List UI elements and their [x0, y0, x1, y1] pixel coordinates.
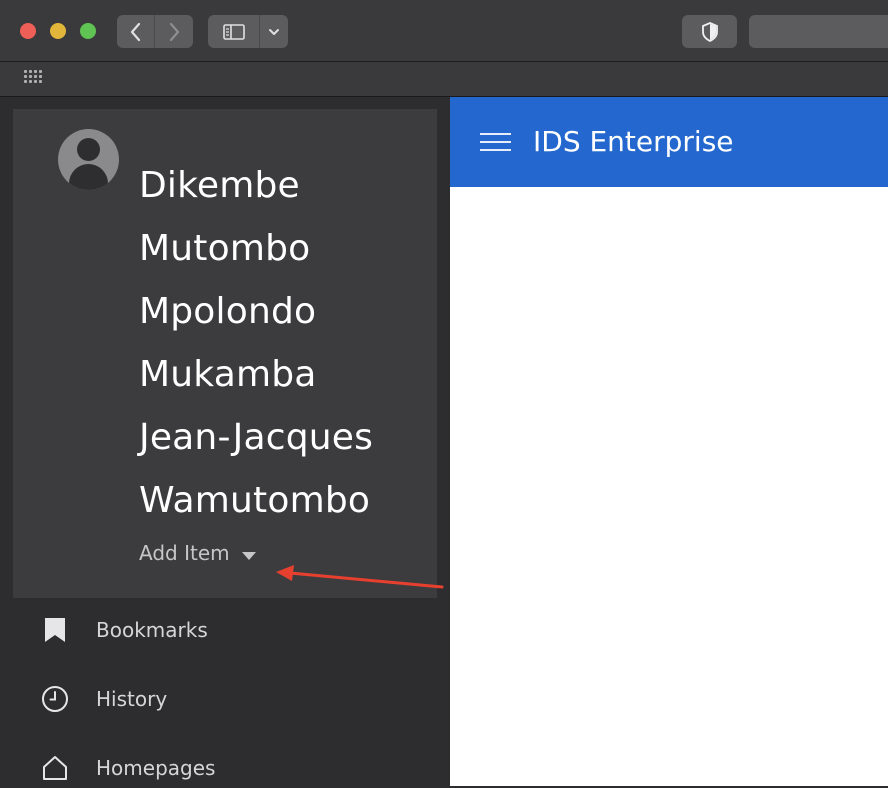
chevron-down-icon	[269, 28, 279, 35]
chevron-left-icon	[130, 22, 140, 41]
side-navigation: Dikembe Mutombo Mpolondo Mukamba Jean-Ja…	[0, 97, 450, 786]
app-header: IDS Enterprise	[450, 97, 888, 187]
main-content: IDS Enterprise	[450, 97, 888, 786]
shield-icon	[701, 21, 718, 42]
favorites-bar	[0, 62, 888, 97]
user-name-line: Dikembe	[139, 165, 300, 206]
home-icon	[40, 753, 70, 783]
navigation-buttons	[117, 15, 193, 48]
user-profile-card: Dikembe Mutombo Mpolondo Mukamba Jean-Ja…	[13, 109, 437, 598]
sidebar-item-label: Bookmarks	[96, 618, 208, 642]
user-name-line: Mutombo	[139, 228, 311, 269]
user-name-line: Mpolondo	[139, 291, 317, 332]
forward-button[interactable]	[155, 15, 193, 48]
grid-icon[interactable]	[24, 70, 44, 86]
privacy-report-button[interactable]	[682, 15, 737, 48]
sidebar-menu-button[interactable]	[260, 15, 288, 48]
sidebar-toggle-button[interactable]	[208, 15, 260, 48]
chevron-right-icon	[169, 22, 180, 41]
user-name-line: Mukamba	[139, 354, 317, 395]
page-title: IDS Enterprise	[533, 125, 734, 158]
bookmark-icon	[40, 615, 70, 645]
back-button[interactable]	[117, 15, 155, 48]
address-bar[interactable]	[749, 15, 888, 48]
clock-icon	[40, 684, 70, 714]
sidebar-icon	[222, 23, 245, 40]
close-window-button[interactable]	[20, 23, 36, 39]
user-name-line: Jean-Jacques	[139, 417, 374, 458]
sidebar-item-label: Homepages	[96, 756, 216, 780]
hamburger-menu-button[interactable]	[480, 133, 512, 153]
user-name: Dikembe Mutombo Mpolondo Mukamba Jean-Ja…	[139, 154, 373, 532]
sidebar-item-label: History	[96, 687, 168, 711]
add-item-dropdown[interactable]: Add Item	[139, 541, 256, 565]
sidebar-toggle-group	[208, 15, 288, 48]
sidebar-item-bookmarks[interactable]: Bookmarks	[40, 610, 208, 650]
sidebar-item-history[interactable]: History	[40, 679, 167, 719]
avatar	[58, 129, 119, 190]
user-name-line: Wamutombo	[139, 480, 371, 521]
minimize-window-button[interactable]	[50, 23, 66, 39]
sidebar-item-homepages[interactable]: Homepages	[40, 748, 215, 788]
zoom-window-button[interactable]	[80, 23, 96, 39]
annotation-arrow-icon	[276, 565, 444, 589]
browser-toolbar	[0, 0, 888, 62]
add-item-label: Add Item	[139, 541, 230, 565]
caret-down-icon	[241, 552, 256, 560]
